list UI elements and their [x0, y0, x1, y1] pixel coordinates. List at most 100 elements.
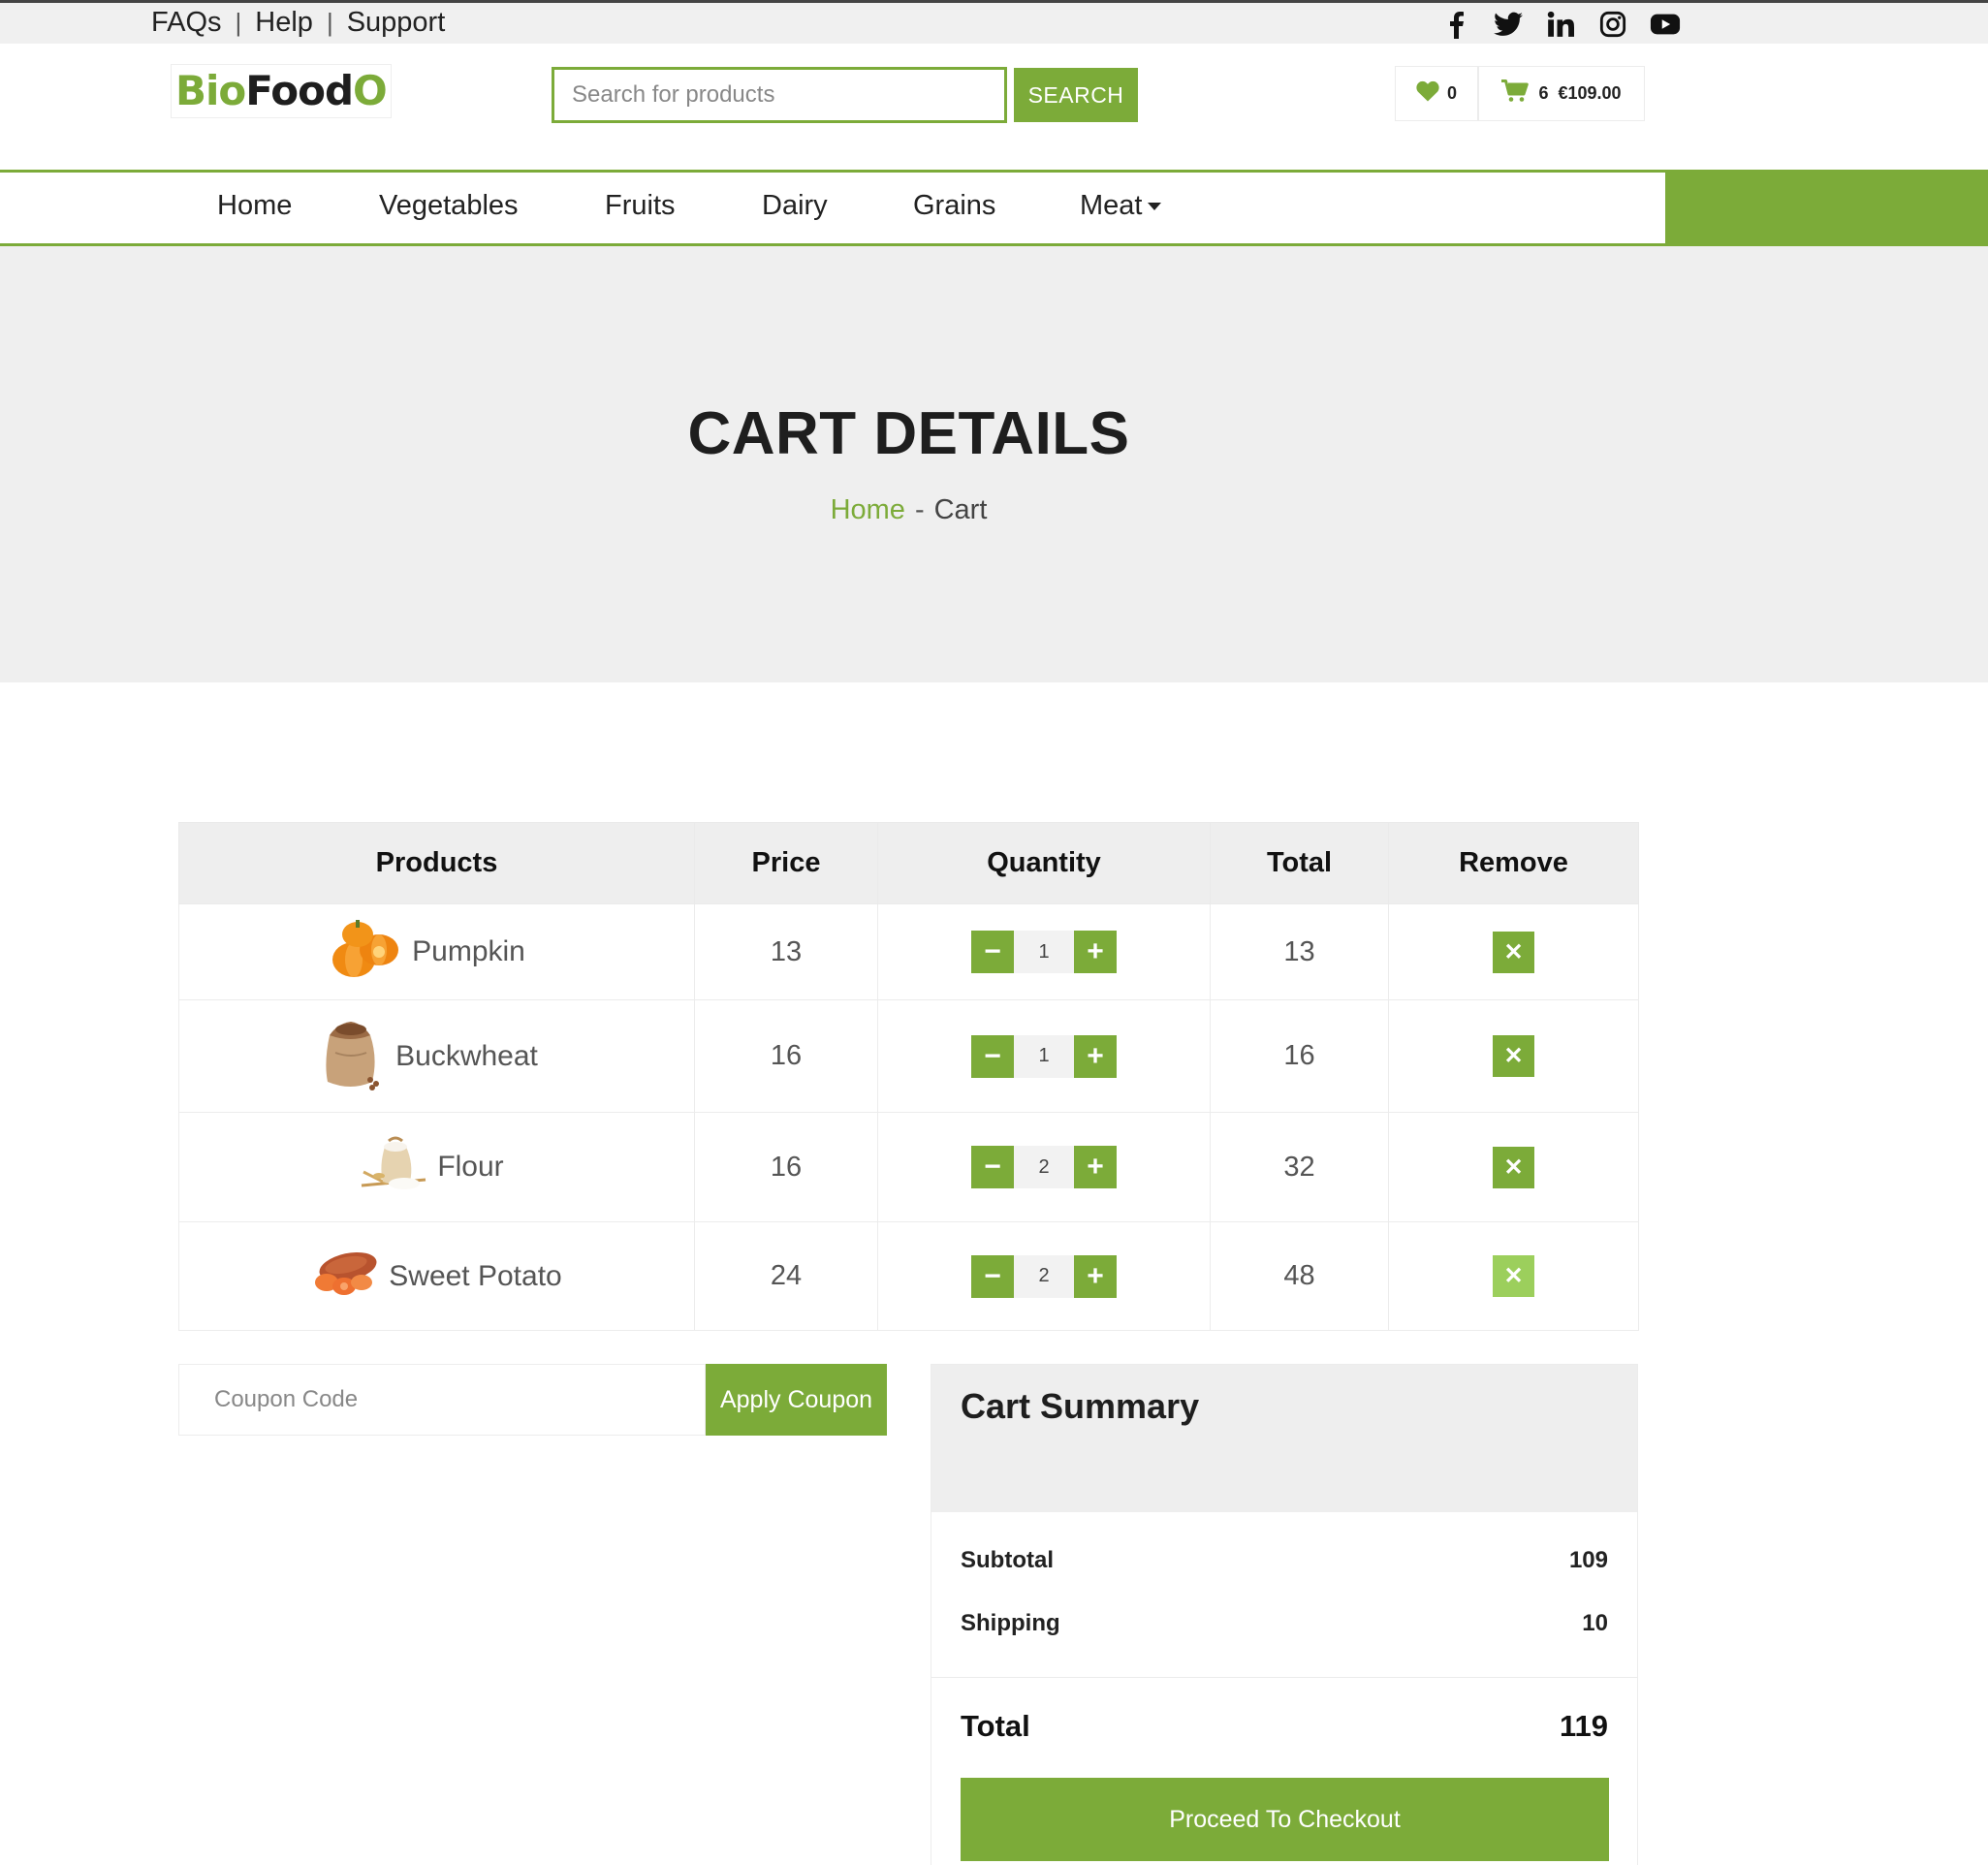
top-links: FAQs | Help | Support [151, 7, 445, 39]
remove-item-button[interactable]: ✕ [1493, 1255, 1534, 1297]
youtube-icon[interactable] [1650, 9, 1681, 40]
total-value: 119 [1559, 1709, 1608, 1743]
page-title: CART DETAILS [687, 400, 1130, 467]
decrease-quantity-button[interactable]: − [971, 1146, 1014, 1188]
cart-summary-panel: Cart Summary Subtotal 109 Shipping 10 To… [931, 1364, 1638, 1865]
nav-accent-block [1665, 170, 1988, 246]
table-row: Pumpkin 13 − 1 + 13 ✕ [178, 903, 1639, 1000]
total-label: Total [961, 1709, 1030, 1743]
total-cell: 48 [1210, 1221, 1389, 1331]
shipping-label: Shipping [961, 1610, 1060, 1636]
support-link[interactable]: Support [347, 7, 446, 39]
cart-amount: €109.00 [1558, 83, 1622, 103]
mini-cart-button[interactable]: 6 €109.00 [1478, 66, 1645, 121]
column-header-price: Price [694, 822, 878, 904]
subtotal-value: 109 [1568, 1547, 1608, 1573]
quantity-value[interactable]: 2 [1014, 1146, 1074, 1188]
price-cell: 24 [694, 1221, 878, 1331]
brand-logo[interactable]: BioFoodO [171, 64, 392, 118]
quantity-value[interactable]: 1 [1014, 931, 1074, 973]
total-cell: 32 [1210, 1112, 1389, 1222]
instagram-icon[interactable] [1597, 9, 1628, 40]
search-input[interactable] [552, 67, 1007, 123]
nav-item-dairy[interactable]: Dairy [762, 190, 828, 222]
facebook-icon[interactable] [1440, 9, 1471, 40]
pumpkin-image [329, 917, 404, 987]
logo-part-food: Food [245, 67, 354, 114]
quantity-cell: − 1 + [877, 999, 1211, 1113]
quantity-stepper: − 1 + [971, 931, 1117, 973]
increase-quantity-button[interactable]: + [1074, 931, 1117, 973]
increase-quantity-button[interactable]: + [1074, 1254, 1117, 1298]
sweet-potato-image [307, 1246, 381, 1308]
quantity-value[interactable]: 1 [1014, 1034, 1074, 1078]
price-cell: 16 [694, 999, 878, 1113]
wishlist-button[interactable]: 0 [1395, 66, 1478, 121]
heart-icon [1416, 80, 1439, 107]
proceed-to-checkout-button[interactable]: Proceed To Checkout [961, 1778, 1609, 1861]
decrease-quantity-button[interactable]: − [971, 931, 1014, 973]
breadcrumb-separator: - [914, 494, 925, 525]
apply-coupon-button[interactable]: Apply Coupon [706, 1364, 887, 1436]
flour-image [358, 1133, 429, 1201]
increase-quantity-button[interactable]: + [1074, 1034, 1117, 1078]
linkedin-icon[interactable] [1545, 9, 1576, 40]
total-cell: 13 [1210, 903, 1389, 1000]
column-header-quantity: Quantity [877, 822, 1211, 904]
total-cell: 16 [1210, 999, 1389, 1113]
help-link[interactable]: Help [255, 7, 313, 39]
cart-icon [1501, 79, 1530, 108]
nav-item-meat[interactable]: Meat [1080, 190, 1162, 222]
quantity-stepper: − 2 + [971, 1254, 1117, 1298]
price-cell: 13 [694, 903, 878, 1000]
nav-item-vegetables[interactable]: Vegetables [379, 190, 519, 222]
coupon-code-input[interactable] [178, 1364, 706, 1436]
product-cell: Buckwheat [178, 999, 695, 1113]
cart-count: 6 [1538, 83, 1549, 103]
quantity-cell: − 1 + [877, 903, 1211, 1000]
nav-item-home[interactable]: Home [217, 190, 292, 222]
remove-item-button[interactable]: ✕ [1493, 1035, 1534, 1077]
increase-quantity-button[interactable]: + [1074, 1146, 1117, 1188]
breadcrumb: Home - Cart [0, 494, 1817, 526]
quantity-stepper: − 2 + [971, 1146, 1117, 1188]
quantity-stepper: − 1 + [971, 1034, 1117, 1078]
remove-cell: ✕ [1388, 999, 1639, 1113]
quantity-value[interactable]: 2 [1014, 1254, 1074, 1298]
quantity-cell: − 2 + [877, 1112, 1211, 1222]
logo-part-bio: Bio [175, 67, 246, 114]
subtotal-label: Subtotal [961, 1547, 1054, 1573]
nav-item-grains[interactable]: Grains [913, 190, 995, 222]
column-header-total: Total [1210, 822, 1389, 904]
wishlist-count: 0 [1446, 83, 1457, 103]
product-name[interactable]: Buckwheat [395, 1040, 538, 1073]
table-row: Flour 16 − 2 + 32 ✕ [178, 1112, 1639, 1222]
breadcrumb-current: Cart [933, 494, 988, 525]
buckwheat-image [316, 1014, 388, 1099]
cart-table: Products Price Quantity Total Remove Pum… [178, 822, 1639, 1331]
column-header-remove: Remove [1388, 822, 1639, 904]
product-name[interactable]: Pumpkin [412, 935, 525, 968]
summary-divider [931, 1677, 1637, 1678]
cart-summary-title: Cart Summary [931, 1365, 1637, 1512]
remove-item-button[interactable]: ✕ [1493, 1146, 1534, 1188]
nav-item-fruits[interactable]: Fruits [605, 190, 676, 222]
product-cell: Sweet Potato [178, 1221, 695, 1331]
product-name[interactable]: Flour [437, 1151, 503, 1184]
social-links [1440, 9, 1681, 40]
shipping-value: 10 [1582, 1610, 1608, 1636]
column-header-products: Products [178, 822, 695, 904]
faqs-link[interactable]: FAQs [151, 7, 222, 39]
divider: | [326, 8, 333, 37]
logo-part-o: O [353, 67, 388, 114]
remove-item-button[interactable]: ✕ [1493, 931, 1534, 973]
product-cell: Pumpkin [178, 903, 695, 1000]
breadcrumb-home[interactable]: Home [831, 494, 905, 525]
decrease-quantity-button[interactable]: − [971, 1034, 1014, 1078]
twitter-icon[interactable] [1493, 9, 1524, 40]
search-button[interactable]: SEARCH [1014, 68, 1138, 122]
price-cell: 16 [694, 1112, 878, 1222]
product-name[interactable]: Sweet Potato [389, 1260, 561, 1293]
decrease-quantity-button[interactable]: − [971, 1254, 1014, 1298]
nav-item-meat-label: Meat [1080, 190, 1143, 221]
